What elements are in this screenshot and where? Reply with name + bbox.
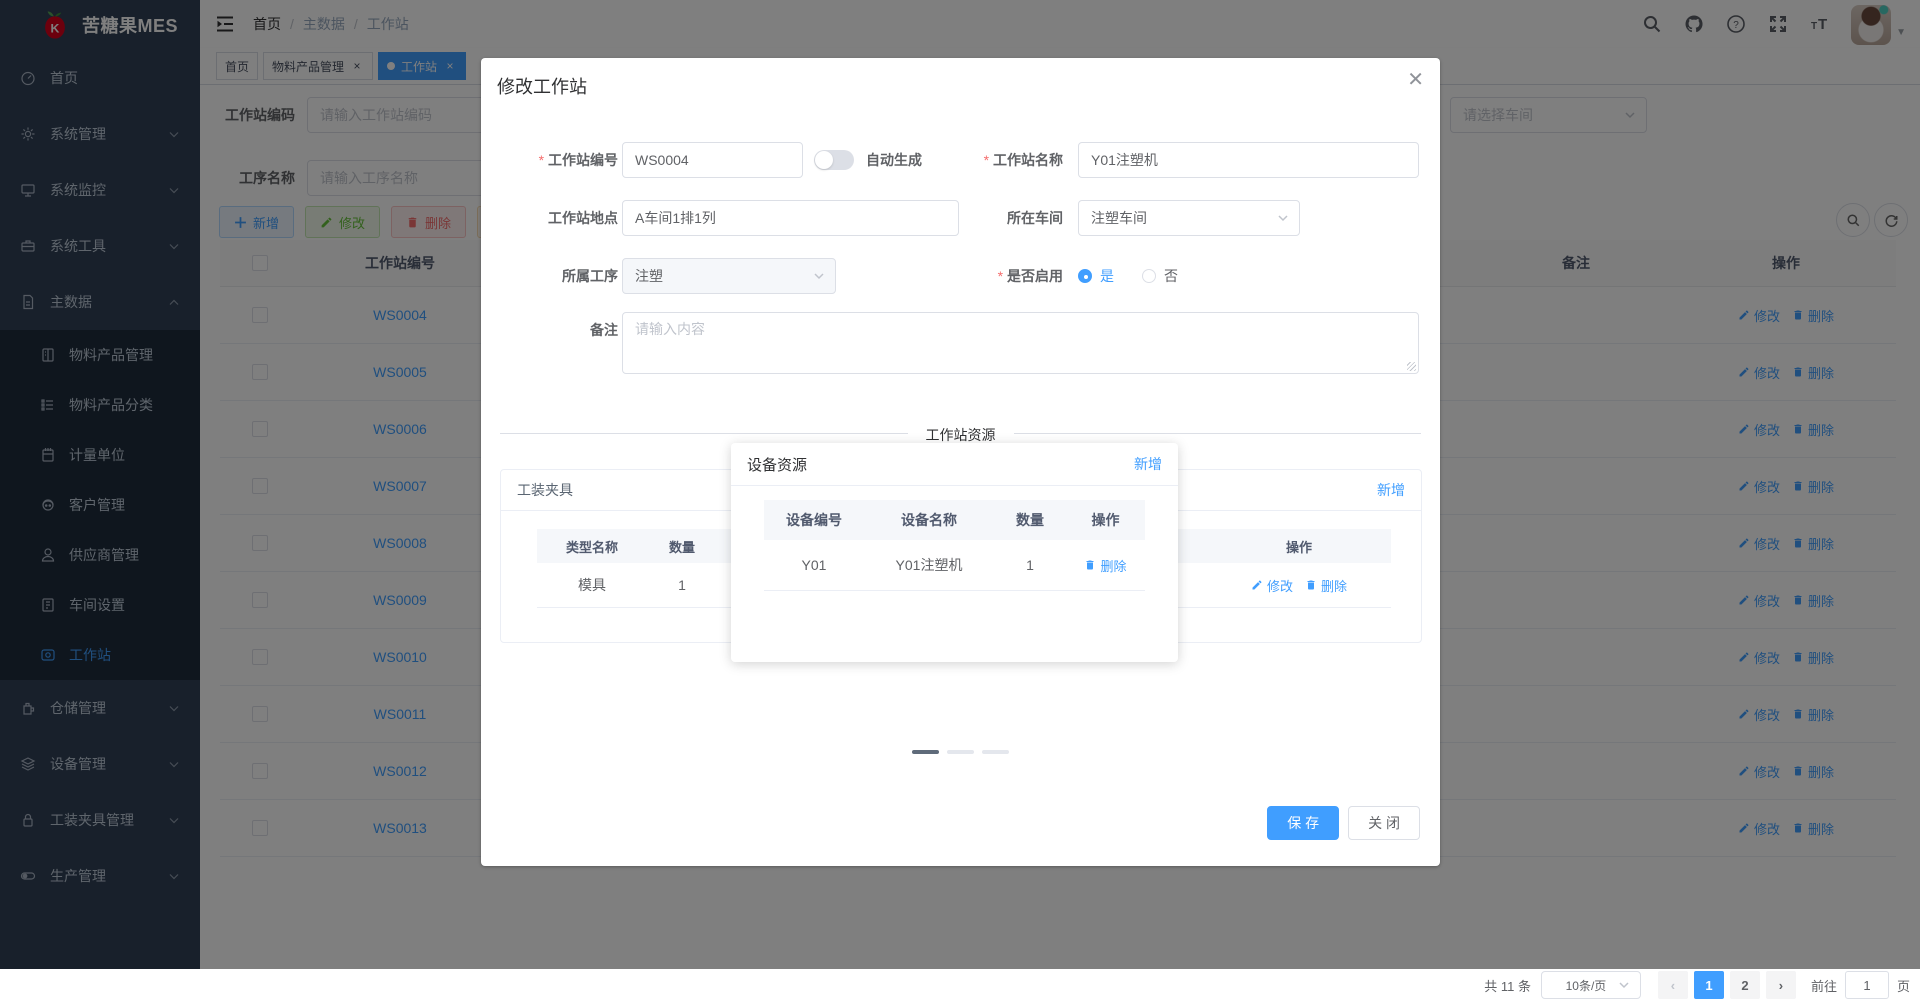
resource-cell: 模具 bbox=[578, 577, 606, 593]
carousel-dash-1[interactable] bbox=[912, 750, 939, 754]
dialog-footer: 保 存 关 闭 bbox=[1267, 806, 1420, 840]
device-popup-header: 设备资源 新增 bbox=[731, 443, 1178, 486]
page-buttons: 12 bbox=[1691, 971, 1763, 999]
next-page-button[interactable]: › bbox=[1765, 971, 1796, 999]
enable-radio-group: 是 否 bbox=[1078, 258, 1206, 294]
col-header: 设备名称 bbox=[901, 512, 957, 528]
auto-generate-switch[interactable] bbox=[814, 150, 854, 170]
col-header: 类型名称 bbox=[565, 539, 618, 555]
total-count: 共 11 条 bbox=[1484, 978, 1531, 994]
device-table: 设备编号 设备名称 数量 操作 Y01 Y01注塑机 1 删除 bbox=[764, 500, 1145, 591]
col-header: 操作 bbox=[1091, 512, 1120, 528]
name-label: 工作站名称 bbox=[921, 142, 1063, 178]
resource-cell: Y01注塑机 bbox=[895, 557, 963, 573]
carousel-dash-3[interactable] bbox=[982, 750, 1009, 754]
carousel-indicators bbox=[481, 750, 1440, 754]
code-input[interactable] bbox=[622, 142, 803, 178]
resource-cell: Y01 bbox=[801, 557, 827, 573]
page-size-select[interactable]: 10条/页 bbox=[1540, 971, 1641, 999]
textarea-resize-grip[interactable] bbox=[1407, 362, 1416, 371]
enable-yes-radio[interactable]: 是 bbox=[1078, 266, 1114, 286]
col-header: 数量 bbox=[1016, 512, 1044, 528]
pencil-icon bbox=[1252, 580, 1262, 590]
pagination: 共 11 条 10条/页 ‹ 12 › 前往 页 bbox=[1484, 971, 1910, 999]
col-header: 数量 bbox=[668, 539, 695, 555]
close-dialog-icon[interactable]: ✕ bbox=[1407, 70, 1424, 90]
process-select[interactable]: 注塑 bbox=[622, 258, 836, 294]
edit-workstation-dialog: 修改工作站 ✕ 工作站编号 自动生成 工作站名称 工作站地点 所在车间 注塑车间… bbox=[481, 58, 1440, 866]
chevron-down-icon bbox=[1278, 215, 1288, 222]
process-label: 所属工序 bbox=[562, 268, 618, 284]
resource-cell: 1 bbox=[1026, 557, 1034, 573]
radio-circle-icon bbox=[1142, 269, 1156, 283]
device-delete-link[interactable]: 删除 bbox=[1084, 556, 1127, 575]
save-button[interactable]: 保 存 bbox=[1267, 806, 1340, 840]
device-add-link[interactable]: 新增 bbox=[1134, 454, 1162, 474]
remark-textarea[interactable] bbox=[622, 312, 1419, 374]
col-header: 操作 bbox=[1285, 539, 1312, 555]
goto-page-input[interactable] bbox=[1844, 971, 1889, 999]
enable-no-radio[interactable]: 否 bbox=[1142, 266, 1178, 286]
remark-label: 备注 bbox=[590, 322, 618, 338]
page-button-1[interactable]: 1 bbox=[1693, 971, 1724, 999]
dialog-title: 修改工作站 bbox=[497, 77, 587, 97]
trash-icon bbox=[1086, 560, 1094, 570]
prev-page-button[interactable]: ‹ bbox=[1657, 971, 1688, 999]
location-input[interactable] bbox=[622, 200, 959, 236]
goto-label: 前往 bbox=[1810, 978, 1837, 994]
section-title: 工作站资源 bbox=[907, 425, 1014, 445]
radio-dot-icon bbox=[1078, 269, 1092, 283]
location-label: 工作站地点 bbox=[548, 210, 618, 226]
right-edit-link[interactable]: 修改 bbox=[1251, 576, 1293, 595]
trash-icon bbox=[1307, 580, 1315, 590]
auto-generate-label: 自动生成 bbox=[866, 152, 922, 168]
right-delete-link[interactable]: 删除 bbox=[1305, 576, 1347, 595]
enable-label: 是否启用 bbox=[921, 258, 1063, 294]
workshop-label: 所在车间 bbox=[1007, 210, 1063, 226]
close-button[interactable]: 关 闭 bbox=[1348, 806, 1420, 840]
code-label: 工作站编号 bbox=[481, 142, 618, 178]
col-header: 设备编号 bbox=[786, 512, 842, 528]
resource-row: Y01 Y01注塑机 1 删除 bbox=[764, 540, 1145, 591]
chevron-down-icon bbox=[1619, 982, 1629, 989]
page-button-2[interactable]: 2 bbox=[1729, 971, 1760, 999]
name-input[interactable] bbox=[1078, 142, 1419, 178]
workshop-select[interactable]: 注塑车间 bbox=[1078, 200, 1300, 236]
device-resource-popup: 设备资源 新增 设备编号 设备名称 数量 操作 Y01 Y01注塑机 1 删除 bbox=[731, 443, 1178, 662]
fixture-panel-title: 工装夹具 bbox=[517, 482, 573, 498]
right-panel-add-link[interactable]: 新增 bbox=[1377, 480, 1405, 500]
goto-suffix: 页 bbox=[1896, 978, 1910, 994]
device-popup-title: 设备资源 bbox=[747, 456, 808, 474]
chevron-down-icon bbox=[814, 273, 824, 280]
carousel-dash-2[interactable] bbox=[947, 750, 974, 754]
resource-cell: 1 bbox=[678, 577, 686, 593]
